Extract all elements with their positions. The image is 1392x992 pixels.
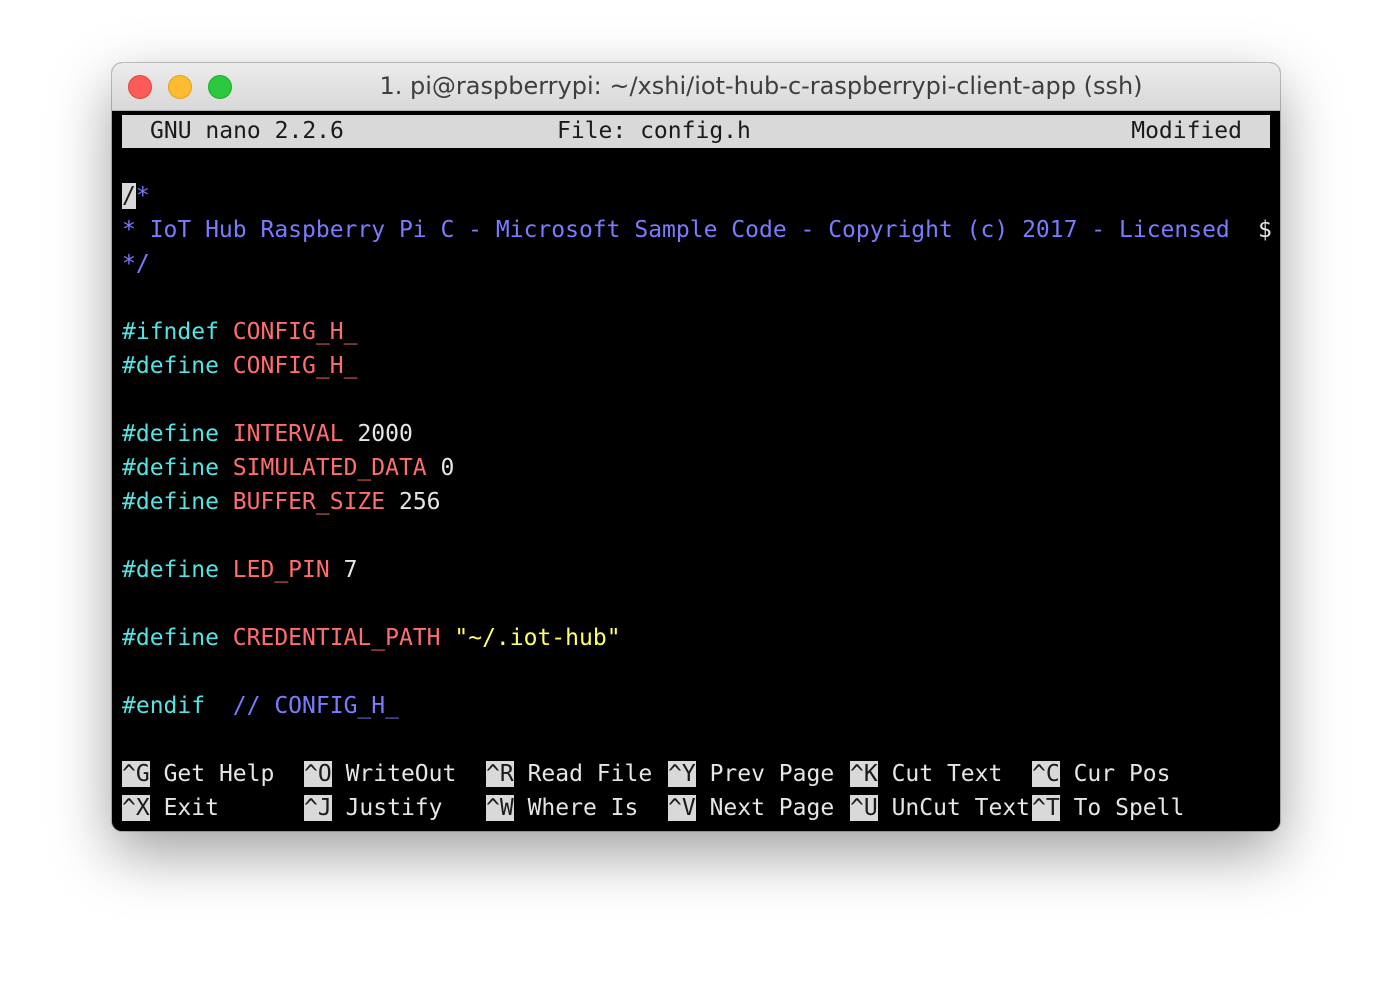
nano-version: GNU nano 2.2.6: [150, 118, 344, 144]
comment-text: * IoT Hub Raspberry Pi C - Microsoft Sam…: [122, 217, 1244, 243]
code-line[interactable]: #ifndef CONFIG_H_: [122, 315, 357, 349]
nano-header: GNU nano 2.2.6 File: config.h Modified: [122, 115, 1270, 148]
close-button[interactable]: [128, 75, 152, 99]
code-line[interactable]: * IoT Hub Raspberry Pi C - Microsoft Sam…: [122, 213, 1244, 247]
minimize-button[interactable]: [168, 75, 192, 99]
nano-modified-status: Modified: [1131, 118, 1242, 144]
code-line[interactable]: #define INTERVAL 2000: [122, 417, 413, 451]
shortcut-get-help[interactable]: ^G Get Help: [122, 757, 274, 791]
shortcut-uncut-text[interactable]: ^U UnCut Text: [850, 791, 1030, 825]
code-line[interactable]: /*: [122, 179, 150, 213]
text-cursor: /: [122, 183, 136, 209]
shortcut-read-file[interactable]: ^R Read File: [486, 757, 652, 791]
code-line[interactable]: #define BUFFER_SIZE 256: [122, 485, 441, 519]
window-title: 1. pi@raspberrypi: ~/xshi/iot-hub-c-rasp…: [379, 72, 1143, 100]
code-line[interactable]: #endif // CONFIG_H_: [122, 689, 399, 723]
nano-filename: File: config.h: [557, 118, 751, 144]
code-line[interactable]: #define LED_PIN 7: [122, 553, 357, 587]
shortcut-cur-pos[interactable]: ^C Cur Pos: [1032, 757, 1171, 791]
line-overflow-marker: $: [1258, 217, 1272, 243]
code-line[interactable]: #define SIMULATED_DATA 0: [122, 451, 454, 485]
code-line[interactable]: #define CREDENTIAL_PATH "~/.iot-hub": [122, 621, 621, 655]
shortcut-prev-page[interactable]: ^Y Prev Page: [668, 757, 834, 791]
zoom-button[interactable]: [208, 75, 232, 99]
shortcut-writeout[interactable]: ^O WriteOut: [304, 757, 456, 791]
shortcut-next-page[interactable]: ^V Next Page: [668, 791, 834, 825]
code-line[interactable]: #define CONFIG_H_: [122, 349, 357, 383]
shortcut-cut-text[interactable]: ^K Cut Text: [850, 757, 1002, 791]
code-line[interactable]: */: [122, 247, 150, 281]
terminal-window: 1. pi@raspberrypi: ~/xshi/iot-hub-c-rasp…: [112, 63, 1280, 831]
shortcut-justify[interactable]: ^J Justify: [304, 791, 443, 825]
shortcut-to-spell[interactable]: ^T To Spell: [1032, 791, 1184, 825]
shortcut-where-is[interactable]: ^W Where Is: [486, 791, 638, 825]
title-bar[interactable]: 1. pi@raspberrypi: ~/xshi/iot-hub-c-rasp…: [112, 63, 1280, 111]
shortcut-exit[interactable]: ^X Exit: [122, 791, 219, 825]
terminal-content[interactable]: GNU nano 2.2.6 File: config.h Modified /…: [112, 111, 1280, 831]
